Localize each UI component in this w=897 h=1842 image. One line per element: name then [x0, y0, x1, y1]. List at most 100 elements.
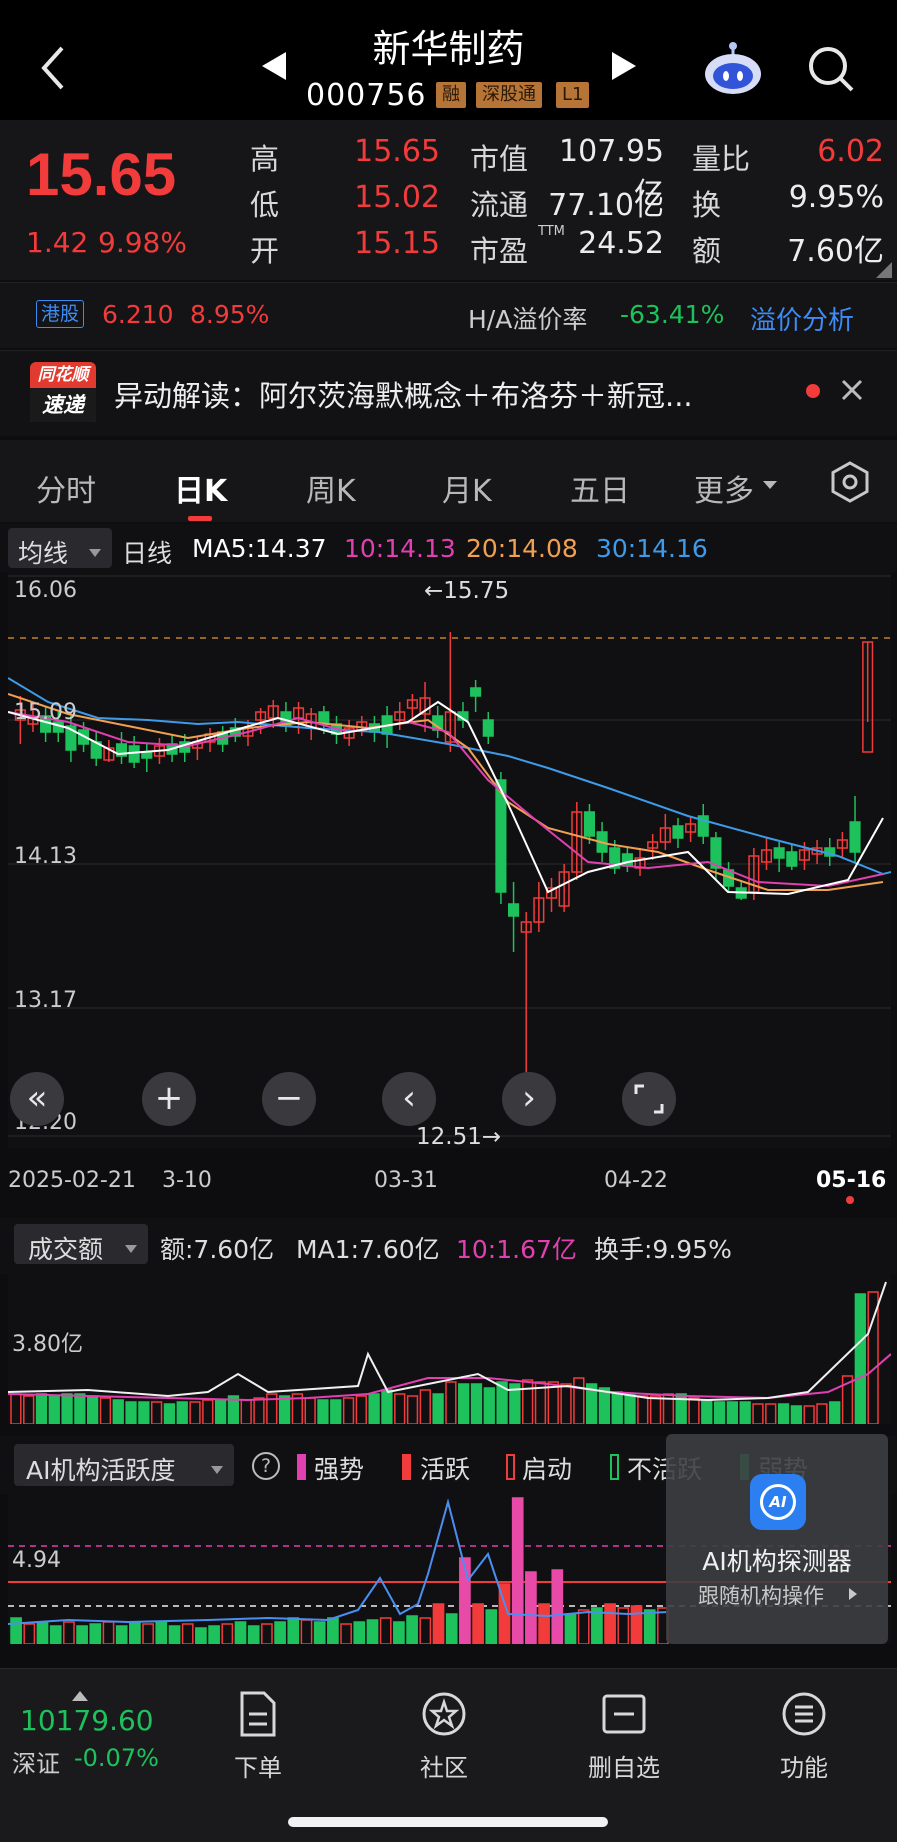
date-label-4: 04-22	[604, 1168, 668, 1193]
volume-bar	[406, 1395, 419, 1425]
ma-period: 日线	[122, 539, 173, 568]
candle-body	[482, 719, 494, 737]
pe-value: 24.52	[578, 226, 664, 261]
volume-bar	[394, 1393, 406, 1425]
ai-activity-bar	[168, 1625, 181, 1645]
ai-activity-bar	[525, 1571, 537, 1645]
settings-hexagon-icon[interactable]	[828, 460, 872, 508]
next-stock-icon[interactable]	[610, 50, 638, 86]
home-indicator	[288, 1817, 608, 1827]
prev-stock-icon[interactable]	[260, 50, 288, 86]
ai-activity-bar	[274, 1621, 286, 1645]
volume-bar	[522, 1379, 534, 1425]
candle-body	[621, 853, 633, 867]
volume-ma1: MA1:7.60亿	[296, 1235, 440, 1264]
ai-activity-bar	[445, 1613, 458, 1645]
zoom-in-icon[interactable]: +	[142, 1072, 196, 1126]
volume-bar	[189, 1401, 201, 1425]
ai-card-subtitle: 跟随机构操作	[698, 1584, 824, 1608]
volume-bar	[649, 1395, 662, 1425]
ai-activity-bar	[406, 1615, 418, 1645]
high-label: 高	[250, 142, 280, 176]
tab-active-underline	[188, 516, 212, 521]
chevron-down-icon	[210, 1460, 224, 1479]
volume-selector[interactable]: 成交额	[14, 1224, 148, 1264]
volume-bar	[304, 1397, 316, 1425]
ai-selector[interactable]: AI机构活跃度	[14, 1444, 234, 1486]
rewind-icon[interactable]: «	[10, 1072, 64, 1126]
zoom-out-icon[interactable]: −	[262, 1072, 316, 1126]
index-value[interactable]: 10179.60	[20, 1704, 154, 1737]
ai-detector-card[interactable]: AI AI机构探测器 跟随机构操作	[666, 1434, 888, 1644]
volume-bar	[330, 1399, 342, 1425]
tag-level: L1	[556, 82, 590, 108]
community-label: 社区	[420, 1754, 468, 1782]
volume-bar	[381, 1389, 393, 1425]
volume-bar	[138, 1401, 150, 1425]
mcap-label: 市值	[470, 142, 529, 176]
ai-activity-bar	[313, 1621, 326, 1645]
ai-activity-bar	[63, 1621, 75, 1645]
volume-bar	[790, 1405, 802, 1425]
amount-label: 额	[692, 234, 722, 268]
float-label: 流通	[470, 188, 529, 222]
expand-corner-icon[interactable]	[876, 262, 892, 282]
ai-activity-bar	[129, 1621, 141, 1645]
ai-activity-bar	[195, 1627, 207, 1645]
volume-chart[interactable]	[7, 1274, 892, 1425]
volume-bar	[637, 1395, 649, 1425]
chevron-down-icon	[124, 1239, 138, 1258]
close-icon[interactable]	[840, 378, 864, 406]
premium-value: -63.41%	[620, 300, 725, 329]
hk-pct: 8.95%	[190, 300, 270, 329]
volume-bar	[125, 1401, 137, 1425]
help-icon[interactable]: ?	[252, 1452, 280, 1480]
volume-bar	[432, 1393, 444, 1425]
kline-chart[interactable]	[7, 572, 892, 1148]
volume-bar	[726, 1401, 739, 1425]
legend-strong: 强势	[314, 1455, 365, 1484]
scroll-left-icon[interactable]: ‹	[382, 1072, 436, 1126]
community-button[interactable]: 社区	[374, 1690, 514, 1783]
tab-weekly[interactable]: 周K	[306, 466, 356, 510]
tab-daily[interactable]: 日K	[174, 466, 227, 510]
ai-activity-bar	[155, 1621, 168, 1645]
function-button[interactable]: 功能	[734, 1690, 874, 1783]
remove-watchlist-button[interactable]: 删自选	[554, 1690, 694, 1783]
ai-activity-bar	[604, 1603, 616, 1645]
volume-bar	[87, 1395, 99, 1425]
community-icon	[422, 1692, 466, 1736]
unread-dot	[806, 384, 820, 398]
open-label: 开	[250, 234, 280, 268]
index-up-arrow-icon	[72, 1686, 88, 1705]
legend-inactive-swatch	[610, 1454, 619, 1480]
candle-body	[786, 851, 798, 867]
y-label-2: 15.09	[14, 700, 77, 725]
ai-activity-bar	[142, 1623, 154, 1645]
news-text[interactable]: 异动解读：阿尔茨海默概念＋布洛芬＋新冠...	[114, 373, 774, 415]
ai-selector-label: AI机构活跃度	[26, 1456, 176, 1485]
hk-price: 6.210	[102, 300, 174, 329]
back-icon[interactable]	[36, 44, 70, 92]
indicator-selector[interactable]: 均线	[8, 528, 112, 568]
logo-top-text: 同花顺	[37, 365, 89, 385]
tab-intraday[interactable]: 分时	[36, 466, 96, 510]
fullscreen-icon[interactable]	[622, 1072, 676, 1126]
function-label: 功能	[780, 1754, 828, 1782]
tab-monthly[interactable]: 月K	[442, 466, 492, 510]
chevron-down-icon[interactable]	[762, 476, 778, 495]
search-icon[interactable]	[806, 44, 856, 98]
premium-analysis-link[interactable]: 溢价分析	[750, 300, 854, 337]
candle-body	[583, 811, 595, 837]
order-button[interactable]: 下单	[188, 1690, 328, 1783]
order-label: 下单	[234, 1754, 282, 1782]
ai-activity-bar	[23, 1623, 36, 1645]
tab-five-day[interactable]: 五日	[570, 466, 630, 510]
tag-connect: 深股通	[476, 82, 542, 108]
ai-activity-bar	[538, 1603, 550, 1645]
scroll-right-icon[interactable]: ›	[502, 1072, 556, 1126]
volume-amount: 额:7.60亿	[160, 1235, 275, 1264]
volume-bar	[739, 1401, 751, 1425]
tab-more[interactable]: 更多	[694, 466, 754, 510]
robot-assistant-icon[interactable]	[700, 40, 766, 96]
